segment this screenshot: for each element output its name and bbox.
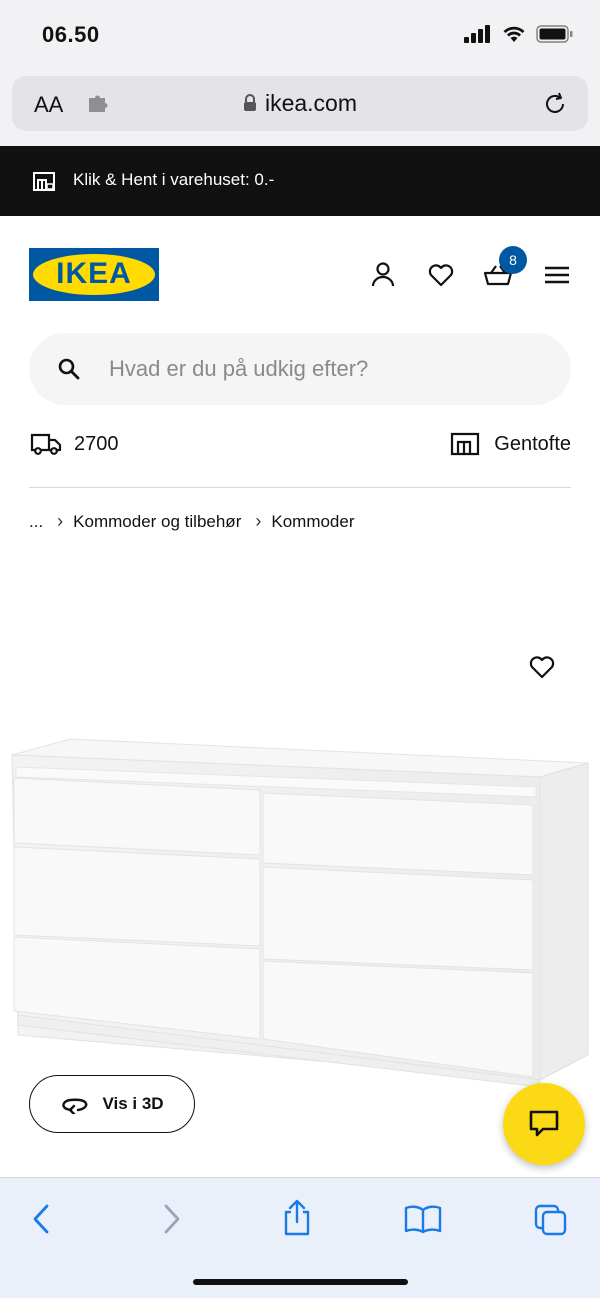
- selected-store[interactable]: Gentofte: [450, 432, 571, 456]
- url-domain: ikea.com: [264, 90, 358, 116]
- tabs-icon[interactable]: [533, 1203, 569, 1237]
- battery-icon: [536, 25, 573, 43]
- promo-banner[interactable]: Klik & Hent i varehuset: 0.-: [0, 146, 600, 216]
- chat-button[interactable]: [503, 1083, 585, 1165]
- hamburger-menu-icon[interactable]: [542, 260, 572, 290]
- user-icon[interactable]: [368, 260, 398, 290]
- chat-icon: [529, 1110, 559, 1137]
- reload-icon[interactable]: [542, 91, 568, 117]
- home-indicator[interactable]: [193, 1279, 408, 1285]
- divider: [29, 487, 571, 488]
- cart-count-badge: 8: [499, 246, 527, 274]
- breadcrumb-ellipsis[interactable]: ...: [29, 512, 43, 532]
- chevron-right-icon: ›: [255, 511, 262, 531]
- heart-icon[interactable]: [426, 260, 456, 290]
- postcode-text: 2700: [74, 432, 119, 455]
- store-icon: [33, 172, 55, 191]
- url-display[interactable]: ikea.com: [12, 90, 588, 117]
- promo-text: Klik & Hent i varehuset: 0.-: [73, 170, 275, 189]
- status-time: 06.50: [42, 22, 100, 47]
- chevron-left-icon[interactable]: [29, 1202, 55, 1236]
- lock-icon: [243, 94, 256, 111]
- view-3d-label: Vis i 3D: [102, 1094, 164, 1113]
- book-icon[interactable]: [404, 1204, 442, 1234]
- status-icons: [464, 25, 574, 43]
- view-3d-button[interactable]: Vis i 3D: [29, 1075, 195, 1133]
- wifi-icon: [503, 26, 525, 42]
- logo-text: IKEA: [56, 257, 132, 290]
- search-input[interactable]: [107, 333, 547, 405]
- signal-icon: [464, 25, 490, 43]
- rotate-3d-icon: [62, 1098, 88, 1114]
- delivery-postcode[interactable]: 2700: [30, 432, 119, 456]
- breadcrumb-item[interactable]: Kommoder og tilbehør: [73, 512, 241, 532]
- store-name: Gentofte: [494, 432, 571, 455]
- browser-chrome: AA ikea.com: [0, 72, 600, 146]
- ikea-logo[interactable]: IKEA: [29, 248, 159, 301]
- chevron-right-icon: ›: [57, 511, 64, 531]
- search-icon: [58, 358, 80, 380]
- address-bar[interactable]: AA ikea.com: [12, 76, 588, 131]
- chevron-right-icon[interactable]: [158, 1202, 184, 1236]
- store-icon: [451, 432, 480, 456]
- product-image[interactable]: [0, 715, 600, 1105]
- breadcrumb: ... › Kommoder og tilbehør › Kommoder: [29, 511, 355, 532]
- share-icon[interactable]: [281, 1198, 313, 1238]
- search-bar[interactable]: [29, 333, 571, 405]
- heart-icon[interactable]: [527, 652, 557, 680]
- status-bar: 06.50: [0, 0, 600, 72]
- breadcrumb-item[interactable]: Kommoder: [271, 512, 354, 532]
- truck-icon: [30, 433, 62, 455]
